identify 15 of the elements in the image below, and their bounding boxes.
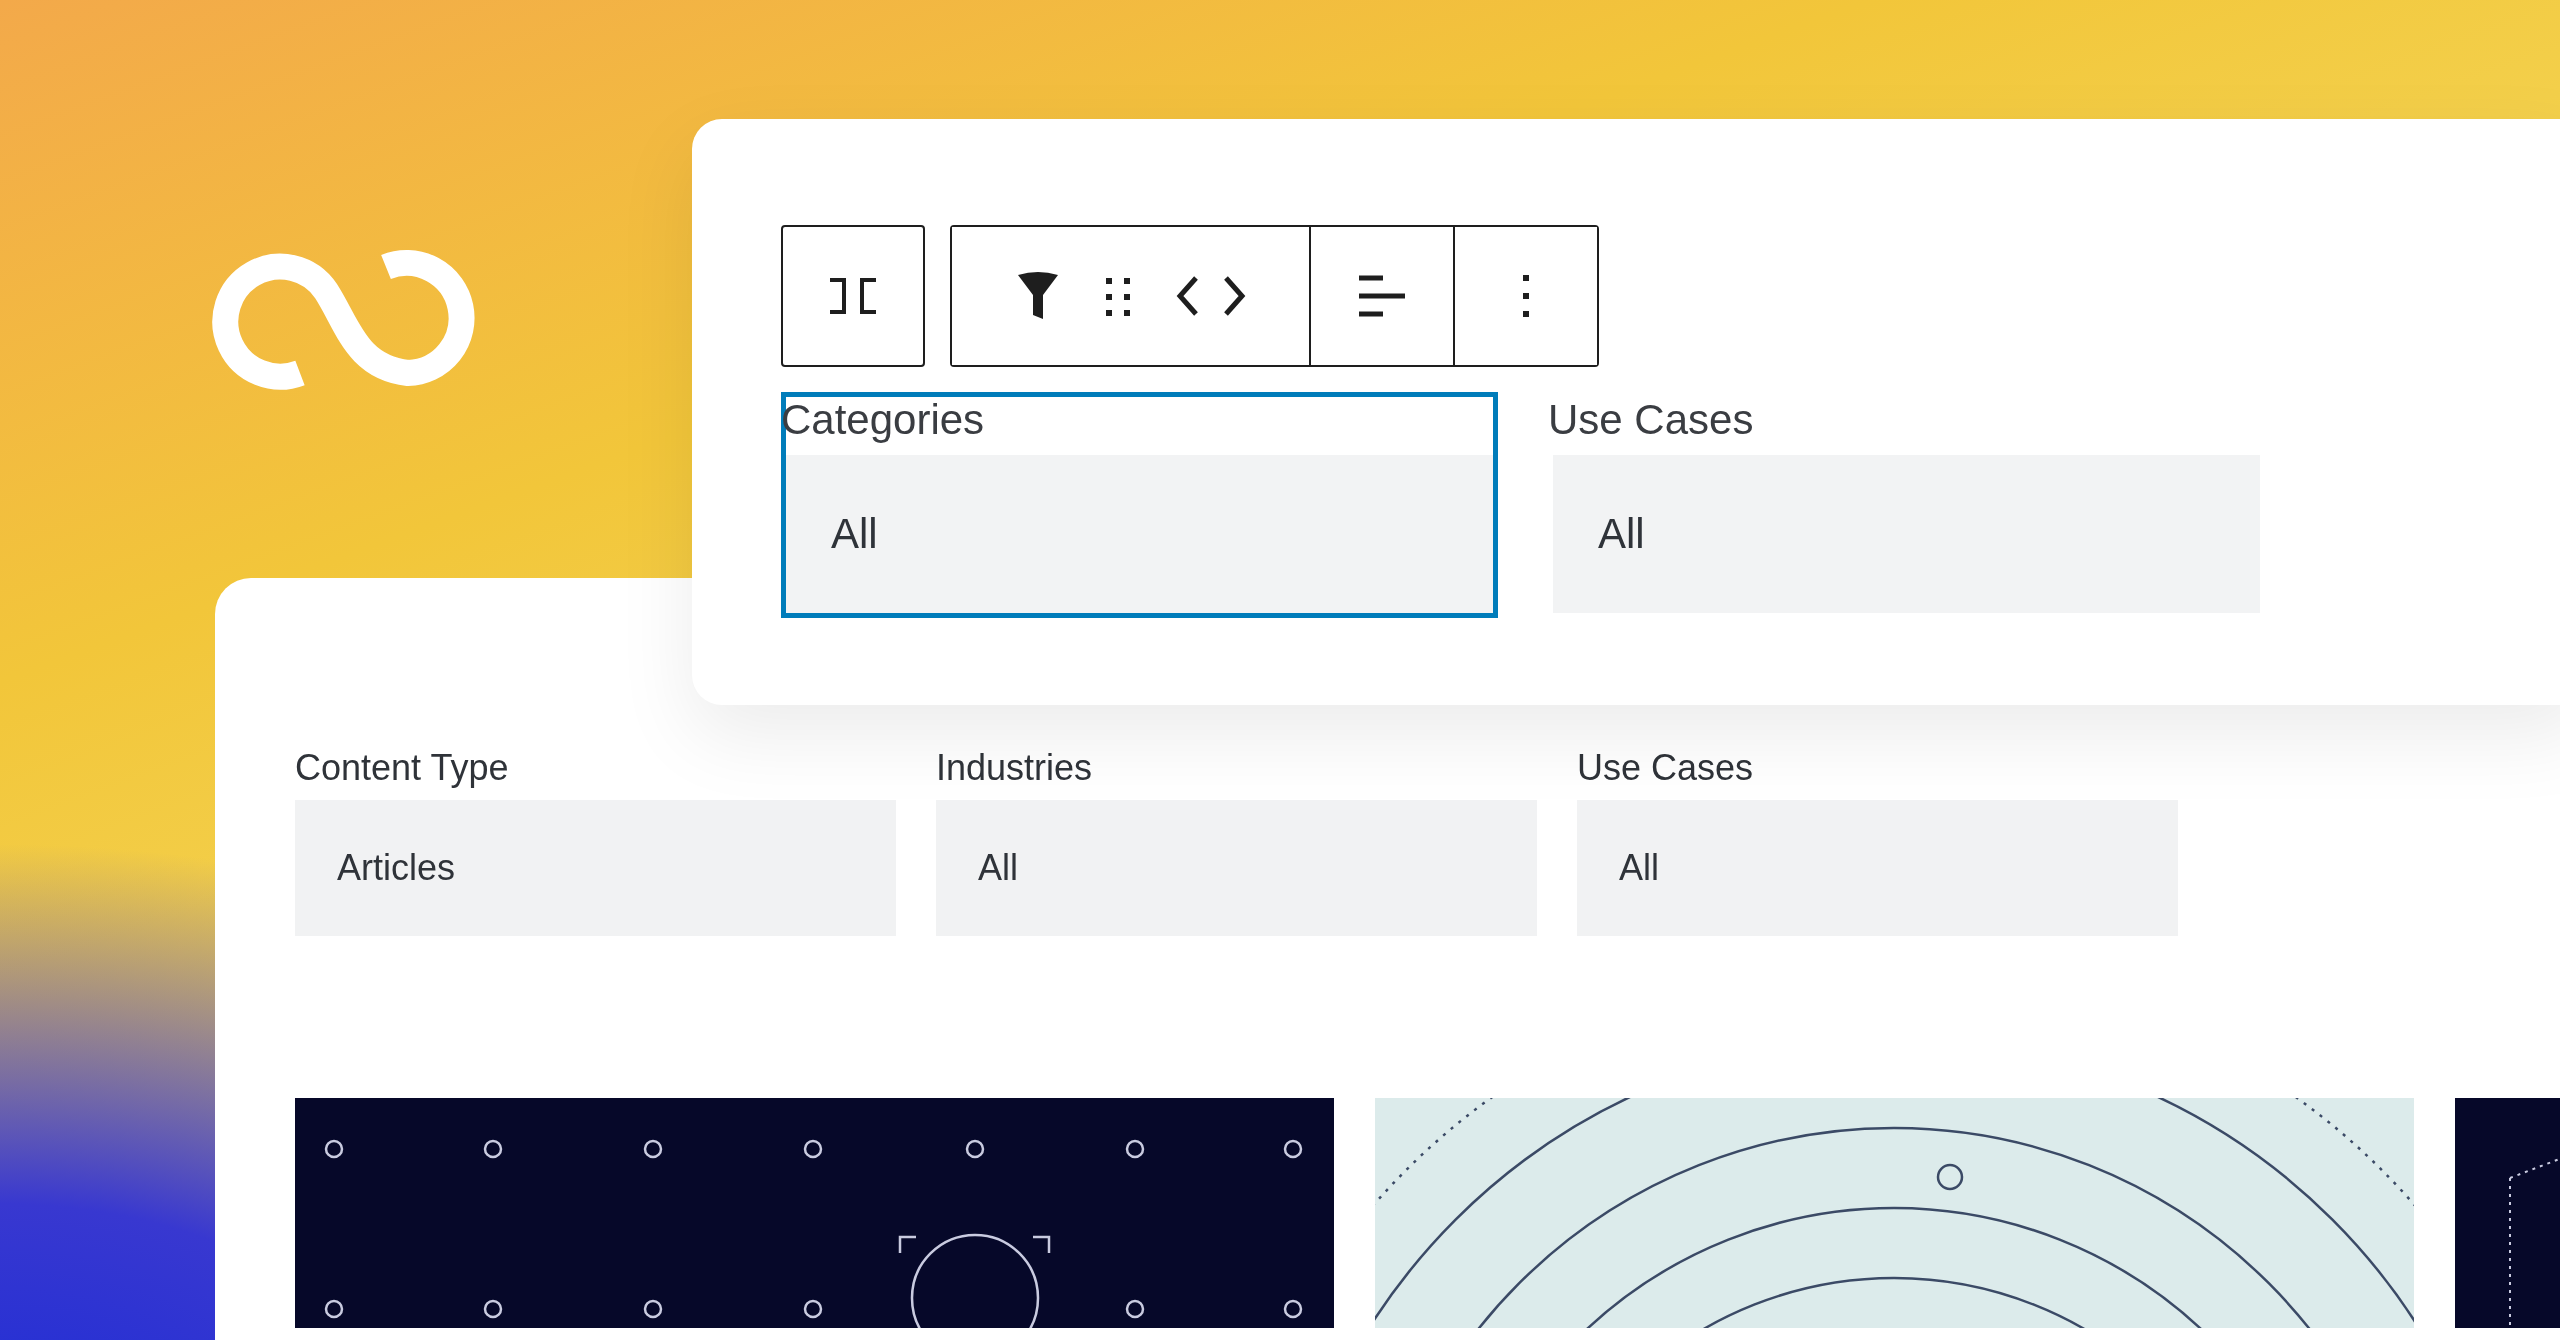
transform-button[interactable] xyxy=(781,225,925,367)
filter-label: Industries xyxy=(936,748,1094,788)
filter-select[interactable]: All xyxy=(936,800,1537,936)
filter-select[interactable]: All xyxy=(1577,800,2178,936)
more-vertical-icon xyxy=(1521,273,1531,319)
filter-label: Use Cases xyxy=(1577,748,1755,788)
filter-label: Use Cases xyxy=(1548,397,1755,443)
filter-select[interactable]: Articles xyxy=(295,800,896,936)
align-left-icon xyxy=(1357,274,1407,318)
filter-label: Content Type xyxy=(295,748,510,788)
filter-select[interactable]: All xyxy=(1553,455,2260,613)
filter-icon[interactable] xyxy=(1015,271,1060,321)
chevrons-icon[interactable] xyxy=(1175,274,1246,318)
selected-filter-block[interactable]: Use Cases All xyxy=(1548,392,2265,618)
filter-select[interactable]: All xyxy=(786,455,1493,613)
